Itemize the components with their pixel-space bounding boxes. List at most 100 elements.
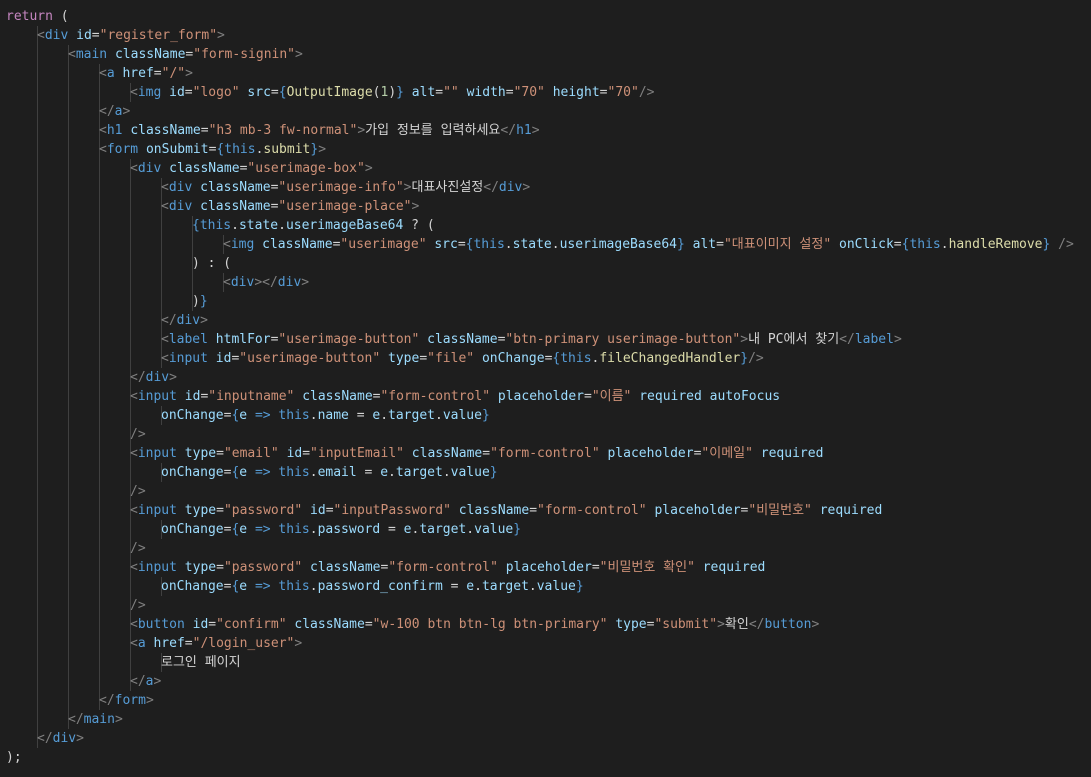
code-line: </form> (6, 691, 1091, 710)
code-line: </div> (6, 729, 1091, 748)
indent-guide (99, 672, 100, 691)
code-token: onClick (839, 237, 894, 252)
code-text: )} (192, 292, 208, 311)
indent-guide (68, 178, 69, 197)
code-token: "이름" (591, 389, 632, 404)
code-token: = (153, 66, 162, 81)
code-token: email (317, 465, 357, 480)
code-line: </a> (6, 102, 1091, 121)
indent-guide (99, 520, 100, 539)
code-text: </div> (130, 368, 177, 387)
code-token: this (224, 142, 256, 157)
code-token: "비밀번호" (748, 503, 812, 518)
code-editor[interactable]: return (<div id="register_form"> <main cl… (0, 0, 1091, 777)
code-token: className (130, 123, 201, 138)
code-token: . (474, 579, 482, 594)
indent-guide (192, 273, 193, 292)
code-token: id (310, 503, 326, 518)
code-line: <div></div> (6, 273, 1091, 292)
code-token: div (137, 161, 162, 176)
code-token: = (893, 237, 902, 252)
code-token: /> (130, 598, 146, 613)
code-token: "form-control" (380, 389, 491, 404)
code-token: < (130, 446, 138, 461)
code-token: onSubmit (145, 142, 209, 157)
indent-guide (37, 311, 38, 330)
code-token: handleRemove (948, 237, 1043, 252)
indent-guide (37, 197, 38, 216)
code-token: = (325, 503, 334, 518)
code-token: > (364, 161, 373, 176)
indent-guide (130, 197, 131, 216)
code-text: <div></div> (223, 273, 309, 292)
code-token: div (168, 180, 193, 195)
code-token: "file" (427, 351, 475, 366)
code-token: "/" (161, 66, 186, 81)
code-token: . (309, 408, 318, 423)
code-text: <img id="logo" src={OutputImage(1)} alt=… (130, 83, 654, 102)
code-token: = (216, 446, 224, 461)
code-token: href (122, 66, 154, 81)
code-token: this (278, 465, 310, 480)
code-token: button (137, 617, 185, 632)
code-token: target (481, 579, 529, 594)
code-token: </ (130, 370, 146, 385)
indent-guide (99, 178, 100, 197)
indent-guide (37, 330, 38, 349)
indent-guide (37, 121, 38, 140)
code-text: onChange={e => this.password_confirm = e… (161, 577, 584, 596)
code-line: <input type="password" id="inputPassword… (6, 501, 1091, 520)
code-line: <img id="logo" src={OutputImage(1)} alt=… (6, 83, 1091, 102)
code-token: > (76, 731, 84, 746)
code-token: < (161, 180, 169, 195)
code-token: = (208, 617, 217, 632)
code-token: target (419, 522, 467, 537)
code-token: } (575, 579, 584, 594)
indent-guide (68, 672, 69, 691)
indent-guide (99, 349, 100, 368)
code-token: placeholder (654, 503, 741, 518)
code-token: main (83, 712, 115, 727)
code-token: > (145, 693, 154, 708)
code-token: OutputImage (286, 85, 373, 100)
indent-guide (99, 596, 100, 615)
code-text: /> (130, 482, 146, 501)
code-token: </ (99, 104, 115, 119)
code-token: 대표사진설정 (411, 180, 484, 195)
code-token: "form-control" (537, 503, 647, 518)
code-token: label (854, 332, 894, 347)
code-text: </div> (161, 311, 208, 330)
code-text: <div className="userimage-place"> (161, 197, 419, 216)
code-token: => (254, 465, 271, 480)
code-line: /> (6, 539, 1091, 558)
code-line: <input type="email" id="inputEmail" clas… (6, 444, 1091, 463)
code-token: ( (52, 9, 69, 24)
code-token: < (130, 85, 138, 100)
code-token: placeholder (497, 389, 584, 404)
code-token: alt (411, 85, 436, 100)
code-token: div (52, 731, 77, 746)
code-token: "password" (223, 503, 303, 518)
code-token: < (130, 617, 138, 632)
code-token: userimageBase64 (285, 218, 404, 233)
code-token: > (318, 142, 327, 157)
code-token: ? ( (403, 218, 435, 233)
code-token: img (230, 237, 255, 252)
code-token: </ (161, 313, 177, 328)
code-token: className (411, 446, 483, 461)
indent-guide (68, 254, 69, 273)
code-token: < (161, 332, 169, 347)
code-token: required (639, 389, 702, 404)
code-token: type (184, 560, 217, 575)
indent-guide (37, 577, 38, 596)
code-line: ) : ( (6, 254, 1091, 273)
code-token: < (37, 28, 45, 43)
code-token: = (348, 408, 373, 423)
